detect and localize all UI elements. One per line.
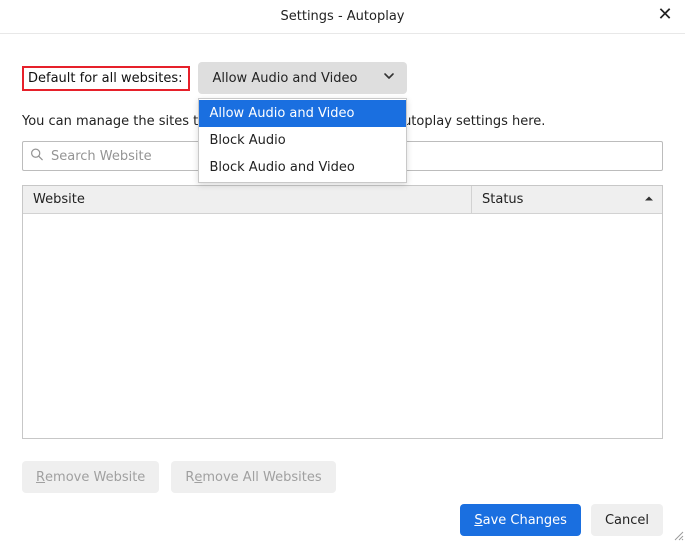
remove-all-pre: R	[185, 470, 194, 485]
dropdown-option-block-audio-video[interactable]: Block Audio and Video	[199, 154, 406, 181]
column-header-website-label: Website	[33, 192, 85, 207]
websites-table-body	[23, 214, 662, 438]
save-accesskey: S	[474, 513, 482, 528]
remove-all-accesskey: e	[194, 470, 202, 485]
resize-grip-icon	[672, 529, 684, 545]
default-for-all-websites-label: Default for all websites:	[22, 66, 190, 91]
column-header-status-label: Status	[482, 192, 523, 207]
dropdown-option-allow-audio-video[interactable]: Allow Audio and Video	[199, 100, 406, 127]
manage-text-pre: You can manage the sites	[22, 114, 189, 129]
save-changes-button[interactable]: Save Changes	[460, 504, 581, 536]
default-autoplay-dropdown: Allow Audio and Video Block Audio Block …	[198, 98, 407, 183]
default-autoplay-select[interactable]: Allow Audio and Video	[198, 62, 407, 94]
titlebar: Settings - Autoplay ✕	[0, 0, 685, 34]
column-header-status[interactable]: Status	[472, 186, 662, 213]
remove-website-accesskey: R	[36, 470, 45, 485]
cancel-button[interactable]: Cancel	[591, 504, 663, 536]
close-icon[interactable]: ✕	[655, 6, 675, 26]
remove-website-button: Remove Website	[22, 461, 159, 493]
dialog-title: Settings - Autoplay	[281, 9, 405, 24]
websites-table: Website Status	[22, 185, 663, 439]
chevron-down-icon	[383, 70, 395, 86]
remove-all-rest: move All Websites	[202, 470, 321, 485]
sort-indicator-icon	[644, 192, 654, 207]
dropdown-option-block-audio[interactable]: Block Audio	[199, 127, 406, 154]
remove-website-rest: emove Website	[45, 470, 145, 485]
manage-text-post: oplay settings here.	[416, 114, 545, 129]
save-rest: ave Changes	[483, 513, 567, 528]
column-header-website[interactable]: Website	[23, 186, 472, 213]
remove-all-websites-button: Remove All Websites	[171, 461, 335, 493]
default-autoplay-select-value: Allow Audio and Video	[212, 71, 357, 86]
